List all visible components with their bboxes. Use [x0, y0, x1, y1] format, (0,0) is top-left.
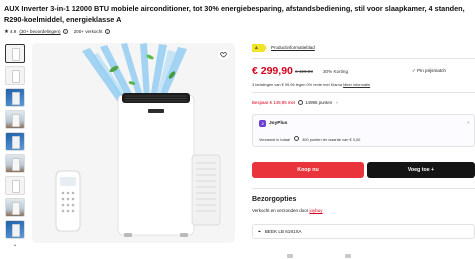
reviews-link[interactable]: (30+ beoordelingen): [19, 29, 60, 34]
thumbnail-image: [12, 70, 20, 83]
coin-icon: [294, 136, 300, 141]
klarna-text: 3 betalingen van € 99,96 tegen 0% rente …: [252, 82, 344, 87]
buy-now-button[interactable]: Koop nu: [252, 162, 364, 178]
heart-icon: [220, 52, 227, 58]
joyplus-logo-icon: J: [259, 120, 266, 127]
thumbnail-item[interactable]: [5, 110, 25, 129]
thumbnail-image: [12, 202, 20, 215]
current-price: € 299,90: [252, 65, 293, 77]
thumbnail-item[interactable]: [5, 132, 25, 151]
main-product-image[interactable]: [32, 43, 235, 243]
divider: [252, 92, 475, 93]
add-to-cart-button[interactable]: Voeg toe +: [367, 162, 475, 178]
chevron-right-icon: ›: [467, 120, 469, 126]
price-match-label: Pin prijsmatch: [417, 68, 446, 73]
thumbnail-image: [12, 180, 20, 193]
seller-prefix: Verkocht en verzonden door: [252, 208, 310, 213]
seller-link[interactable]: joybuy: [310, 208, 323, 213]
info-icon[interactable]: i: [104, 29, 110, 34]
delivery-location[interactable]: ⌖ BEEK LB 6191XA: [252, 224, 475, 239]
location-pin-icon: ⌖: [258, 228, 261, 235]
chevron-right-icon: ›: [336, 100, 338, 105]
joyplus-name: JoyPlus: [269, 121, 288, 126]
joyplus-points-line: Verzamel in totaal 300 punten ter waarde…: [259, 136, 360, 142]
savings-text: Bespaar € 149,95 met: [252, 100, 296, 105]
thumbnail-image: [12, 136, 20, 149]
seller-line: Verkocht en verzonden door joybuy: [252, 208, 323, 213]
thumbnail-item[interactable]: [5, 198, 25, 217]
divider: [252, 58, 475, 59]
coin-icon: [298, 100, 304, 105]
location-text: BEEK LB 6191XA: [264, 229, 302, 234]
divider: [252, 188, 475, 189]
thumbnail-item[interactable]: [5, 176, 25, 195]
old-price: € 429,90: [295, 68, 313, 74]
air-conditioner-illustration: [55, 43, 221, 237]
klarna-info: 3 betalingen van € 99,96 tegen 0% rente …: [252, 82, 370, 87]
price-match[interactable]: ✓ Pin prijsmatch: [412, 68, 446, 74]
product-info-link[interactable]: Productinformatieblad: [271, 45, 315, 50]
favorite-button[interactable]: [218, 49, 229, 60]
joyplus-line-prefix: Verzamel in totaal: [259, 137, 290, 142]
thumbnail-item[interactable]: [5, 220, 25, 239]
star-icon: ★: [4, 28, 9, 35]
discount-label: 30% Korting: [323, 68, 349, 74]
thumbnail-item[interactable]: [5, 66, 25, 85]
rating-value: 4.9: [9, 29, 17, 34]
thumbnail-image: [12, 48, 20, 61]
joyplus-line-points: 300 punten ter waarde van € 3,00: [302, 137, 361, 142]
thumbnail-item[interactable]: [5, 154, 25, 173]
delivery-title: Bezorgopties: [252, 196, 297, 203]
scroll-indicator: [345, 254, 351, 258]
scroll-indicator: [287, 254, 293, 258]
klarna-more-link[interactable]: Meer informatie: [343, 82, 370, 87]
savings-row[interactable]: Bespaar € 149,95 met 14995 punten ›: [252, 100, 338, 105]
thumbnail-image: [12, 92, 20, 105]
thumbnail-image: [12, 224, 20, 237]
thumbnail-item[interactable]: [5, 44, 25, 63]
joyplus-header: J JoyPlus: [259, 120, 287, 127]
purchase-panel: A Productinformatieblad € 299,90 € 429,9…: [252, 0, 475, 259]
check-icon: ✓: [412, 68, 416, 73]
savings-points: 14995 punten: [305, 100, 333, 105]
rating-row: ★ 4.9 (30+ beoordelingen) i 200+ verkoch…: [4, 27, 110, 36]
info-icon[interactable]: i: [62, 29, 68, 34]
sold-count: 200+ verkocht: [73, 29, 103, 34]
thumbnail-image: [12, 114, 20, 127]
thumbnail-gallery: ⌄: [5, 44, 27, 248]
joyplus-card[interactable]: J JoyPlus › Verzamel in totaal 300 punte…: [252, 114, 475, 147]
thumbnail-image: [12, 158, 20, 171]
energy-label-badge[interactable]: A: [252, 44, 267, 52]
thumbnail-scroll-arrow[interactable]: ⌄: [5, 242, 25, 248]
thumbnail-item[interactable]: [5, 88, 25, 107]
